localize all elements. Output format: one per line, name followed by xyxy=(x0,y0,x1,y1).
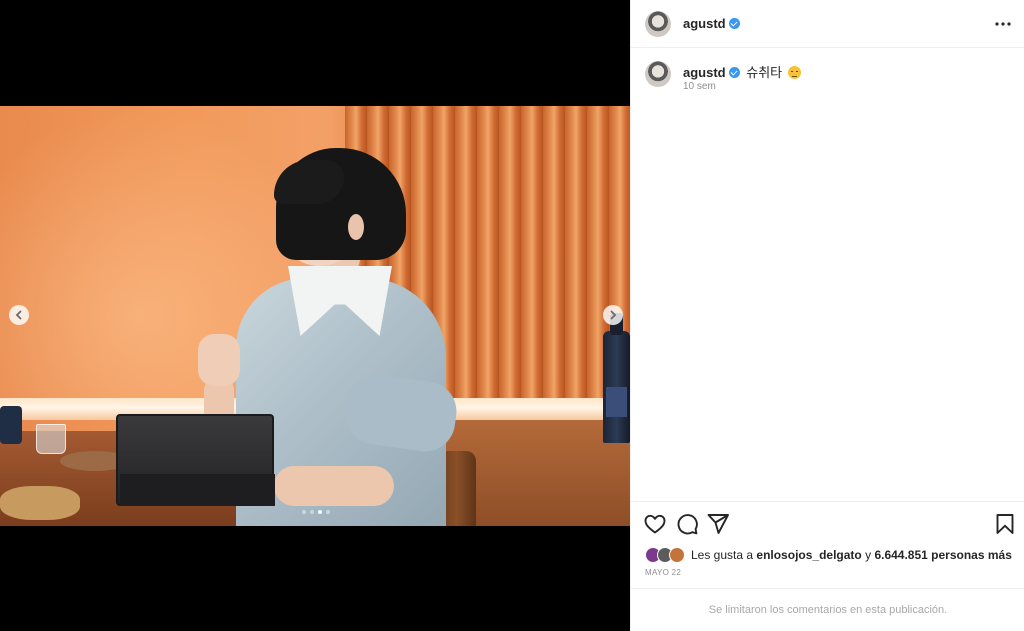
carousel-prev-button[interactable] xyxy=(9,305,29,325)
heart-icon xyxy=(644,514,666,534)
photo-glass xyxy=(36,424,66,454)
photo-tablet-stand xyxy=(120,474,275,506)
more-options-icon[interactable] xyxy=(993,14,1013,34)
carousel-dot[interactable] xyxy=(318,510,322,514)
caption-avatar[interactable] xyxy=(645,61,671,87)
post-caption: agustd 슈취타 xyxy=(683,62,801,81)
photo-dark-object xyxy=(0,406,22,444)
carousel-next-button[interactable] xyxy=(603,305,623,325)
post-actions: Les gusta a enlosojos_delgato y 6.644.85… xyxy=(631,501,1024,601)
liked-by-user[interactable]: enlosojos_delgato xyxy=(756,548,861,562)
post-photo[interactable] xyxy=(0,106,630,526)
verified-badge-icon xyxy=(728,67,740,78)
photo-food-plate xyxy=(0,486,80,520)
likes-count[interactable]: 6.644.851 personas más xyxy=(874,548,1011,562)
save-button[interactable] xyxy=(993,512,1017,536)
post-detail-panel: agustd agustd 슈취타 10 sem Les gusta a enl… xyxy=(630,0,1024,631)
post-header: agustd xyxy=(631,0,1024,48)
share-icon xyxy=(707,514,729,534)
likes-summary: Les gusta a enlosojos_delgato y 6.644.85… xyxy=(645,546,1012,564)
liker-avatars[interactable] xyxy=(645,547,687,563)
carousel-dot[interactable] xyxy=(302,510,306,514)
post-author[interactable]: agustd xyxy=(683,16,740,31)
photo-bottle xyxy=(603,313,630,443)
more-horizontal-icon xyxy=(995,22,1011,26)
caption-text: 슈취타 xyxy=(746,65,783,80)
chevron-left-icon xyxy=(15,310,22,320)
chevron-right-icon xyxy=(610,310,617,320)
author-username[interactable]: agustd xyxy=(683,16,726,31)
avatar[interactable] xyxy=(645,11,671,37)
post-media-pane xyxy=(0,0,630,631)
comment-icon xyxy=(677,514,698,535)
carousel-dot[interactable] xyxy=(310,510,314,514)
likes-prefix: Les gusta a xyxy=(691,548,754,562)
comment-button[interactable] xyxy=(675,512,699,536)
carousel-dot[interactable] xyxy=(326,510,330,514)
verified-badge-icon xyxy=(728,18,740,29)
like-button[interactable] xyxy=(643,512,667,536)
avatar xyxy=(669,547,685,563)
carousel-dots xyxy=(302,510,330,514)
likes-connector: y xyxy=(865,548,872,562)
post-date[interactable]: MAYO 22 xyxy=(645,568,681,577)
bookmark-icon xyxy=(996,514,1014,534)
share-button[interactable] xyxy=(706,512,730,536)
caption-username[interactable]: agustd xyxy=(683,65,726,80)
relieved-face-icon xyxy=(787,66,801,79)
caption-time-ago[interactable]: 10 sem xyxy=(683,81,716,92)
comments-limited-notice: Se limitaron los comentarios en esta pub… xyxy=(631,588,1024,631)
